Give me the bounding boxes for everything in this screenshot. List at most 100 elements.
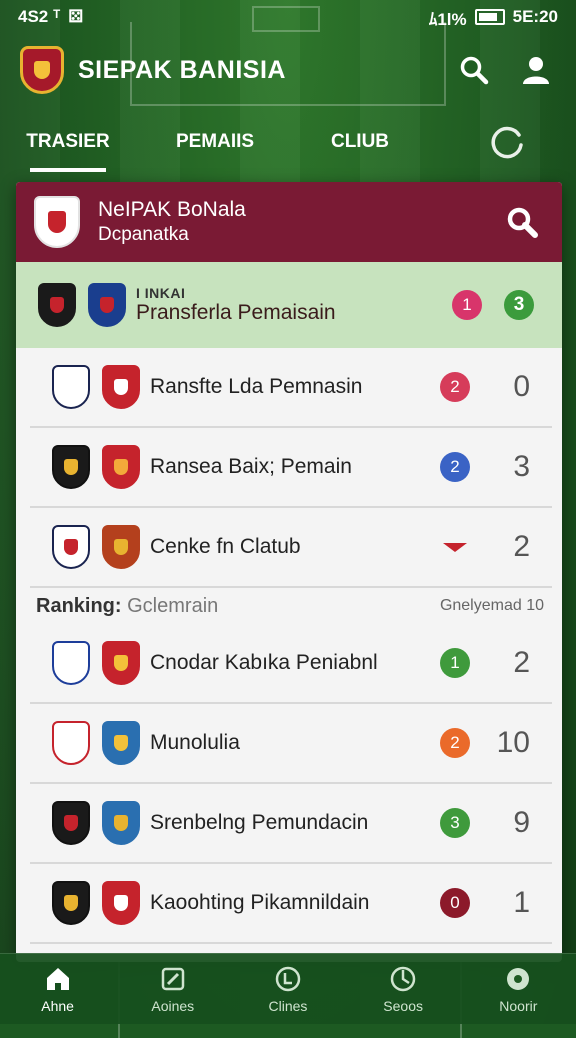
tab-trasier[interactable]: TRASIER: [26, 112, 110, 172]
search-icon: [460, 56, 489, 85]
club-crest-away: [102, 721, 140, 765]
nav-home[interactable]: Ahne: [8, 964, 108, 1014]
tab-label: TRASIER: [26, 131, 110, 152]
club-icon: [273, 964, 303, 994]
row-label: Ransfte Lda Pemnasin: [150, 375, 363, 398]
club-crest-away: [102, 525, 140, 569]
search-icon: [507, 207, 538, 238]
refresh-button[interactable]: [488, 122, 528, 162]
search-button[interactable]: [454, 50, 494, 90]
row-label: Kaoohting Pikamnildain: [150, 891, 370, 914]
nav-noorir[interactable]: Noorir: [468, 964, 568, 1014]
table-row[interactable]: Srenbelng Pemundacin 3 9: [30, 784, 552, 864]
ranking-right-label: Gnelyemad 10: [439, 597, 544, 614]
nav-aoines[interactable]: Aoines: [123, 964, 223, 1014]
nav-label: Ahne: [41, 998, 74, 1014]
rank-badge: 3: [440, 808, 470, 838]
battery-icon: [474, 9, 505, 25]
club-crest-home: [52, 525, 90, 569]
nav-seoos[interactable]: Seoos: [353, 964, 453, 1014]
trend-down-icon: [443, 542, 467, 552]
rank-badge: 2: [440, 372, 470, 402]
rank-badge: 2: [440, 728, 470, 758]
nav-label: Noorir: [499, 998, 538, 1014]
club-crest-home: [38, 283, 76, 327]
table-row[interactable]: Ransfte Lda Pemnasin 2 0: [30, 348, 552, 428]
refresh-icon: [491, 126, 523, 159]
nav-label: Clines: [268, 998, 308, 1014]
row-label: Srenbelng Pemundacin: [150, 811, 369, 834]
nav-label: Aoines: [151, 998, 195, 1014]
tab-label: CLIUB: [330, 131, 390, 152]
club-crest-home: [52, 445, 90, 489]
stats-icon: [388, 964, 418, 994]
tab-pemaiis[interactable]: PEMAIIS: [168, 112, 262, 172]
dice-icon: ⚄: [68, 7, 84, 26]
rank-badge: 2: [440, 452, 470, 482]
row-score: 1: [513, 886, 530, 919]
row-score: 2: [513, 646, 530, 679]
card-title: NeIPAK BoNala: [98, 198, 246, 221]
table-row[interactable]: Cenke fn Clatub 2: [30, 508, 552, 588]
club-crest-away: [88, 283, 126, 327]
app-bar: SIEPAK BANISIA: [0, 34, 576, 106]
home-icon: [43, 964, 73, 994]
row-kicker: I INKAI: [136, 285, 186, 301]
row-label: Munolulia: [150, 731, 240, 754]
table-row[interactable]: Munolulia 2 10: [30, 704, 552, 784]
ranking-list: Cnodar Kabıka Peniabnl 1 2 Munolulia 2 10 Sren…: [16, 624, 562, 944]
signal-text: ﾑ1l%: [428, 9, 467, 29]
club-logo: [20, 46, 64, 94]
club-crest-home: [52, 721, 90, 765]
club-crest-away: [102, 801, 140, 845]
profile-button[interactable]: [516, 50, 556, 90]
tab-label: PEMAIIS: [175, 131, 255, 152]
club-crest-home: [52, 881, 90, 925]
clock: 5E:20: [512, 7, 558, 26]
nav-clines[interactable]: Clines: [238, 964, 338, 1014]
tab-bar: TRASIER PEMAIIS CLIUB: [0, 112, 576, 172]
card-subtitle: Dcpanatka: [98, 224, 189, 245]
table-row[interactable]: Ransea Baix; Pemain 2 3: [30, 428, 552, 508]
row-score: 3: [513, 450, 530, 483]
club-crest-home: [52, 801, 90, 845]
app-title: SIEPAK BANISIA: [78, 55, 286, 84]
club-crest-away: [102, 881, 140, 925]
club-crest: [34, 196, 80, 248]
tab-cliub[interactable]: CLIUB: [330, 112, 390, 172]
club-crest-home: [52, 641, 90, 685]
nav-label: Seoos: [383, 998, 423, 1014]
ranking-section-header: Ranking: Gclemrain Gnelyemad 10: [16, 588, 562, 624]
score-badge: 3: [504, 290, 534, 320]
club-crest-away: [102, 365, 140, 409]
row-label: Ransea Baix; Pemain: [150, 455, 352, 478]
ranking-label: Ranking:: [36, 594, 122, 617]
rank-badge: 1: [452, 290, 482, 320]
card-header: NeIPAK BoNala Dcpanatka: [16, 182, 562, 262]
row-label: Cenke fn Clatub: [150, 535, 301, 558]
club-crest-away: [102, 641, 140, 685]
table-row[interactable]: Kaoohting Pikamnildain 0 1: [30, 864, 552, 944]
table-row[interactable]: Cnodar Kabıka Peniabnl 1 2: [30, 624, 552, 704]
ranking-value: Gclemrain: [127, 594, 219, 617]
club-crest-home: [52, 365, 90, 409]
row-score: 0: [513, 370, 530, 403]
row-score: 10: [496, 726, 530, 759]
row-score: 9: [513, 806, 530, 839]
row-label: Cnodar Kabıka Peniabnl: [150, 651, 378, 674]
row-score: 2: [513, 530, 530, 563]
bottom-navigation: Ahne Aoines Clines Seoos Noorir: [0, 953, 576, 1024]
transfer-card: NeIPAK BoNala Dcpanatka I INKAI Pransferl…: [16, 182, 562, 962]
row-label: Pransferla Pemaisain: [136, 301, 336, 324]
user-icon: [523, 57, 549, 84]
transfer-list: I INKAI Pransferla Pemaisain 1 3 Ransfte Lda…: [16, 262, 562, 588]
status-bar: 4S2 ᵀ ⚄ ﾑ1l% 5E:20: [0, 0, 576, 34]
rank-badge: 1: [440, 648, 470, 678]
status-time: 4S2 ᵀ: [18, 7, 61, 26]
edit-icon: [158, 964, 188, 994]
ball-icon: [503, 964, 533, 994]
transfer-row-featured[interactable]: I INKAI Pransferla Pemaisain 1 3: [16, 262, 562, 348]
rank-badge: 0: [440, 888, 470, 918]
club-crest-away: [102, 445, 140, 489]
card-search-button[interactable]: [500, 200, 544, 244]
